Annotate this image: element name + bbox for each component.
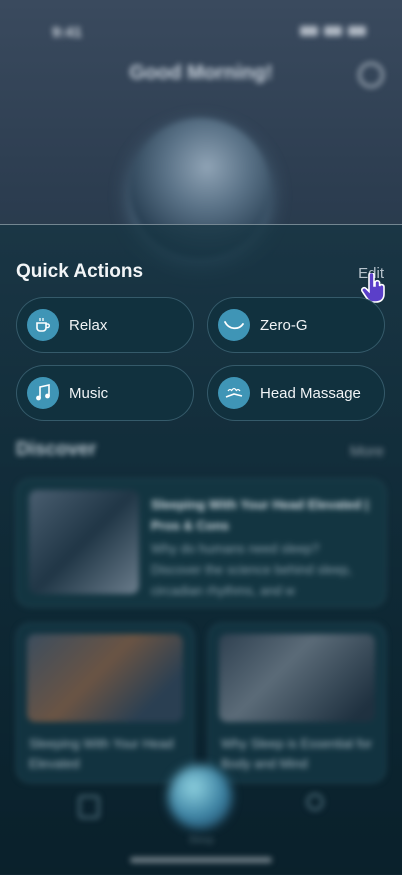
more-link[interactable]: More	[350, 443, 384, 460]
quick-action-label: Zero-G	[260, 316, 308, 334]
coffee-cup-icon	[27, 309, 59, 341]
article-title: Sleeping With Your Head Elevated	[29, 736, 174, 771]
profile-tab-icon[interactable]	[306, 793, 324, 811]
article-excerpt: Why do humans need sleep? Discover the s…	[151, 541, 352, 598]
quick-actions-sheet: Quick Actions Edit Relax Zero-G Music	[0, 224, 402, 875]
status-icons	[300, 26, 366, 36]
wifi-icon	[324, 26, 342, 36]
article-thumbnail	[27, 634, 183, 722]
settings-gear-icon[interactable]	[358, 62, 384, 88]
status-time: 9:41	[52, 24, 83, 41]
battery-icon	[348, 26, 366, 36]
discover-title: Discover	[16, 439, 97, 460]
quick-action-label: Music	[69, 384, 109, 402]
home-indicator	[130, 857, 272, 863]
sleep-center-button[interactable]	[168, 765, 232, 829]
quick-action-label: Relax	[69, 316, 108, 334]
sleep-center-label: Sleep	[188, 835, 214, 846]
quick-action-label: Head Massage	[260, 384, 361, 402]
music-note-icon	[27, 377, 59, 409]
article-card[interactable]: Why Sleep is Essential for Body and Mind	[208, 623, 386, 783]
signal-icon	[300, 26, 318, 36]
article-card[interactable]: Sleeping With Your Head Elevated	[16, 623, 194, 783]
head-massage-icon	[218, 377, 250, 409]
article-title: Sleeping With Your Head Elevated | Pros …	[151, 497, 369, 533]
featured-article-card[interactable]: Sleeping With Your Head Elevated | Pros …	[16, 479, 386, 607]
home-tab-icon[interactable]	[78, 795, 100, 819]
status-bar: 9:41	[0, 22, 402, 42]
quick-action-relax[interactable]: Relax	[16, 297, 194, 353]
quick-action-music[interactable]: Music	[16, 365, 194, 421]
article-title: Why Sleep is Essential for Body and Mind	[221, 736, 373, 771]
article-thumbnail	[29, 490, 139, 594]
zero-g-icon	[218, 309, 250, 341]
quick-actions-title: Quick Actions	[16, 261, 144, 282]
quick-action-head-massage[interactable]: Head Massage	[207, 365, 385, 421]
quick-action-zero-g[interactable]: Zero-G	[207, 297, 385, 353]
article-thumbnail	[219, 634, 375, 722]
greeting-title: Good Morning!	[129, 62, 273, 84]
